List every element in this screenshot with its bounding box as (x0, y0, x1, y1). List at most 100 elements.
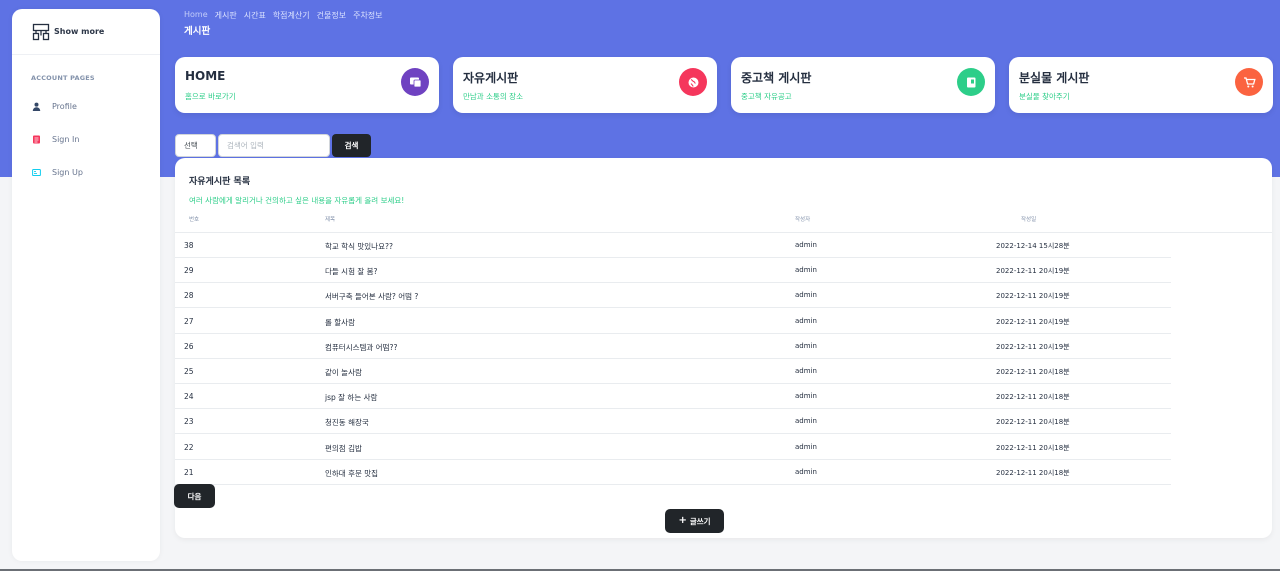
card-title: 자유게시판 (463, 71, 519, 85)
search-type-select[interactable]: 선택 (175, 134, 216, 157)
table-row[interactable]: 27 롤 할사람 admin 2022-12-11 20시19분 (175, 309, 1171, 334)
post-date: 2022-12-11 20시19분 (996, 292, 1070, 301)
column-header-author: 작성자 (795, 217, 811, 223)
post-author: admin (795, 367, 817, 375)
post-number: 38 (184, 241, 194, 250)
card-used-book-board[interactable]: 중고책 게시판 중고책 자유공고 (731, 57, 995, 113)
post-author: admin (795, 467, 817, 476)
globe-icon (679, 68, 707, 96)
card-subtitle: 중고책 자유공고 (741, 92, 792, 101)
post-title-link[interactable]: 같이 놀사람 (325, 367, 362, 378)
card-free-board[interactable]: 자유게시판 만남과 소통의 장소 (453, 57, 717, 113)
table-row[interactable]: 38 학교 학식 맛있나요?? admin 2022-12-14 15시28분 (175, 233, 1171, 258)
breadcrumb: Home 게시판 시간표 학점계산기 건물정보 주차정보 (184, 10, 390, 21)
post-date: 2022-12-11 20시19분 (996, 267, 1070, 276)
post-author: admin (795, 392, 817, 401)
table-row[interactable]: 29 다들 시험 잘 봄? admin 2022-12-11 20시19분 (175, 258, 1171, 284)
brand-label: Show more (54, 27, 105, 36)
breadcrumb-item[interactable]: 주차정보 (353, 10, 382, 21)
sidebar-item-profile[interactable]: Profile (12, 90, 160, 123)
write-post-label: 글쓰기 (689, 516, 711, 526)
sidebar-item-sign-in[interactable]: Sign In (12, 123, 160, 156)
post-title-link[interactable]: 편의점 김밥 (325, 443, 362, 454)
card-title: 분실물 게시판 (1019, 71, 1090, 85)
post-author: admin (795, 341, 817, 350)
post-title-link[interactable]: 학교 학식 맛있나요?? (325, 241, 393, 252)
post-number: 27 (184, 316, 194, 326)
table-row[interactable]: 28 서버구축 들어본 사람? 어떰 ? admin 2022-12-11 20… (175, 283, 1171, 309)
card-home[interactable]: HOME 홈으로 바로가기 (175, 57, 439, 113)
post-date: 2022-12-14 15시28분 (996, 242, 1070, 250)
post-title-link[interactable]: 청진동 해장국 (325, 417, 369, 428)
user-icon (32, 102, 41, 111)
board-title: 자유게시판 목록 (189, 177, 251, 187)
cart-icon (1235, 68, 1263, 96)
post-number: 28 (184, 291, 194, 301)
post-title-link[interactable]: 컴퓨터시스템과 어떰?? (325, 342, 397, 353)
card-title: 중고책 게시판 (741, 71, 812, 85)
sidebar-brand[interactable]: Show more (12, 9, 160, 55)
column-header-number: 번호 (189, 217, 200, 223)
post-author: admin (795, 417, 817, 426)
card-subtitle: 분실물 찾아주기 (1019, 92, 1070, 101)
post-date: 2022-12-11 20시18분 (996, 468, 1070, 477)
post-number: 24 (184, 392, 194, 402)
write-post-button[interactable]: + 글쓰기 (665, 509, 724, 533)
post-title-link[interactable]: 롤 할사람 (325, 317, 355, 328)
post-number: 25 (184, 367, 194, 376)
post-author: admin (795, 316, 817, 325)
post-date: 2022-12-11 20시18분 (996, 393, 1070, 402)
sidebar-item-sign-up[interactable]: Sign Up (12, 156, 160, 189)
sitemap-icon (32, 23, 50, 41)
monitor-icon (401, 68, 429, 96)
sidebar-item-label: Sign Up (52, 168, 83, 177)
post-title-link[interactable]: 인하대 후문 맛집 (325, 468, 378, 479)
post-title-link[interactable]: jsp 잘 하는 사람 (325, 392, 377, 403)
sidebar: Show more ACCOUNT PAGES Profile Sign In … (12, 9, 160, 561)
post-number: 22 (184, 442, 194, 452)
section-heading: ACCOUNT PAGES (31, 74, 95, 82)
sidebar-item-label: Sign In (52, 135, 80, 144)
search-input[interactable] (218, 134, 330, 157)
card-lost-found-board[interactable]: 분실물 게시판 분실물 찾아주기 (1009, 57, 1273, 113)
table-row[interactable]: 22 편의점 김밥 admin 2022-12-11 20시18분 (175, 435, 1171, 460)
post-date: 2022-12-11 20시18분 (996, 418, 1070, 427)
breadcrumb-item[interactable]: 학점계산기 (273, 10, 310, 21)
next-page-button[interactable]: 다음 (174, 484, 215, 508)
table-row[interactable]: 21 인하대 후문 맛집 admin 2022-12-11 20시18분 (175, 460, 1171, 485)
board-description: 여러 사람에게 알리거나 건의하고 싶은 내용을 자유롭게 올려 보세요! (189, 196, 405, 205)
post-number: 29 (184, 266, 194, 276)
post-number: 21 (184, 467, 194, 477)
plus-icon: + (678, 515, 687, 526)
table-row[interactable]: 26 컴퓨터시스템과 어떰?? admin 2022-12-11 20시19분 (175, 334, 1171, 359)
search-button[interactable]: 검색 (332, 134, 371, 157)
breadcrumb-item[interactable]: Home (184, 10, 208, 21)
post-author: admin (795, 442, 817, 451)
post-number: 26 (184, 341, 194, 351)
post-number: 23 (184, 417, 194, 427)
card-title: HOME (185, 69, 226, 83)
document-icon (32, 135, 41, 144)
page-title: 게시판 (184, 26, 211, 37)
post-date: 2022-12-11 20시18분 (996, 443, 1070, 452)
post-author: admin (795, 291, 817, 300)
column-header-title: 제목 (325, 217, 336, 223)
breadcrumb-item[interactable]: 건물정보 (317, 10, 346, 21)
post-author: admin (795, 241, 817, 249)
table-row[interactable]: 24 jsp 잘 하는 사람 admin 2022-12-11 20시18분 (175, 384, 1171, 410)
sidebar-item-label: Profile (52, 102, 77, 111)
post-title-link[interactable]: 다들 시험 잘 봄? (325, 266, 378, 277)
post-date: 2022-12-11 20시19분 (996, 317, 1070, 326)
post-title-link[interactable]: 서버구축 들어본 사람? 어떰 ? (325, 291, 418, 302)
card-subtitle: 만남과 소통의 장소 (463, 92, 523, 101)
post-date: 2022-12-11 20시19분 (996, 342, 1070, 351)
table-row[interactable]: 25 같이 놀사람 admin 2022-12-11 20시18분 (175, 359, 1171, 384)
breadcrumb-item[interactable]: 시간표 (244, 10, 266, 21)
table-row[interactable]: 23 청진동 해장국 admin 2022-12-11 20시18분 (175, 409, 1171, 435)
card-subtitle: 홈으로 바로가기 (185, 92, 236, 101)
column-header-date: 작성일 (1021, 217, 1037, 223)
post-date: 2022-12-11 20시18분 (996, 368, 1070, 376)
breadcrumb-item[interactable]: 게시판 (215, 10, 237, 21)
post-author: admin (795, 266, 817, 275)
book-icon (957, 68, 985, 96)
